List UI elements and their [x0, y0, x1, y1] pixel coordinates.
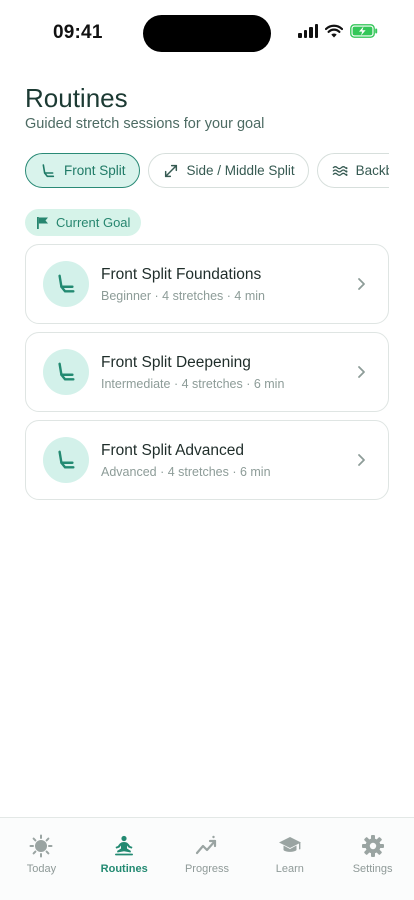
routine-icon-circle [43, 261, 89, 307]
front-split-icon [58, 450, 75, 469]
sun-icon [29, 834, 53, 858]
tab-today[interactable]: Today [0, 818, 83, 900]
routine-icon-circle [43, 437, 89, 483]
routine-meta: Intermediate · 4 stretches · 6 min [101, 376, 285, 391]
page-subtitle: Guided stretch sessions for your goal [25, 116, 265, 132]
chip-front-split[interactable]: Front Split [25, 153, 140, 188]
page-title: Routines [25, 83, 128, 113]
chip-label: Front Split [64, 163, 126, 178]
tab-label: Routines [100, 863, 148, 875]
tab-label: Progress [184, 863, 229, 875]
dynamic-island [143, 15, 271, 52]
gear-icon [361, 835, 384, 857]
expand-arrows-icon [164, 164, 177, 177]
battery-charging-icon [350, 24, 378, 38]
routine-list: Front Split Foundations Beginner · 4 str… [25, 244, 389, 508]
flag-icon [37, 216, 48, 229]
tab-learn[interactable]: Learn [248, 818, 331, 900]
meditation-icon [115, 835, 134, 856]
tab-label: Settings [352, 863, 393, 875]
tab-label: Learn [275, 863, 304, 875]
tab-bar: Today Routines Progress Learn Settings [0, 817, 414, 900]
tab-settings[interactable]: Settings [331, 818, 414, 900]
waves-icon [332, 165, 348, 176]
chip-backbend[interactable]: Backbend [316, 153, 389, 188]
status-time: 09:41 [53, 22, 103, 43]
tab-label: Today [26, 863, 57, 875]
goal-chip-row: Front Split Side / Middle Split Backbend [25, 153, 389, 188]
routine-title: Front Split Advanced [101, 441, 245, 459]
chevron-right-icon [358, 366, 365, 378]
chip-side-middle-split[interactable]: Side / Middle Split [147, 153, 309, 188]
status-bar: 09:41 [0, 0, 414, 64]
wifi-icon [325, 24, 343, 38]
routine-title: Front Split Deepening [101, 353, 251, 371]
cellular-signal-icon [298, 24, 318, 38]
chevron-right-icon [358, 278, 365, 290]
front-split-icon [58, 274, 75, 293]
routine-card[interactable]: Front Split Foundations Beginner · 4 str… [25, 244, 389, 324]
chip-label: Backbend [355, 163, 389, 178]
routine-meta: Advanced · 4 stretches · 6 min [101, 464, 271, 479]
tab-routines[interactable]: Routines [83, 818, 166, 900]
chip-label: Side / Middle Split [186, 163, 295, 178]
front-split-icon [42, 163, 55, 177]
routine-title: Front Split Foundations [101, 265, 262, 283]
chevron-right-icon [358, 454, 365, 466]
current-goal-badge: Current Goal [25, 209, 142, 236]
front-split-icon [58, 362, 75, 381]
goal-badge-label: Current Goal [56, 215, 131, 230]
status-icons [298, 24, 378, 38]
routine-card[interactable]: Front Split Deepening Intermediate · 4 s… [25, 332, 389, 412]
tab-progress[interactable]: Progress [166, 818, 249, 900]
trend-icon [195, 835, 217, 855]
routine-icon-circle [43, 349, 89, 395]
graduation-cap-icon [278, 837, 301, 852]
routine-meta: Beginner · 4 stretches · 4 min [101, 288, 265, 303]
routine-card[interactable]: Front Split Advanced Advanced · 4 stretc… [25, 420, 389, 500]
